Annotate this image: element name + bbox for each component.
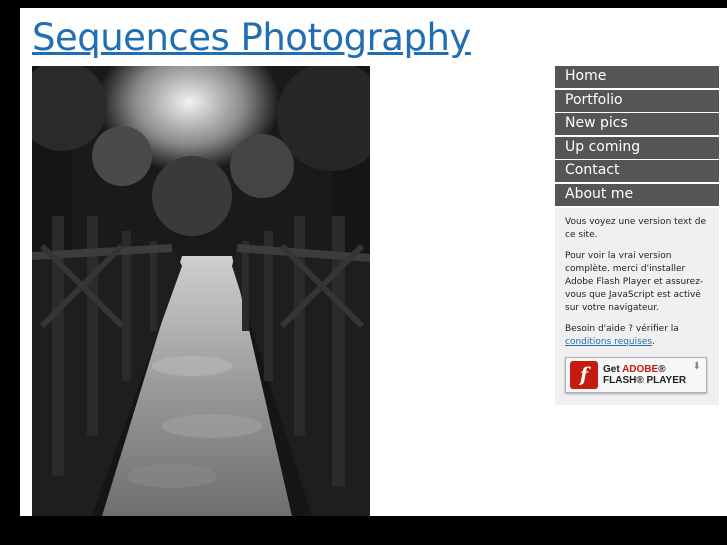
nav-item-home[interactable]: Home bbox=[555, 66, 719, 88]
bridge-photo bbox=[32, 66, 370, 516]
flash-adobe: ADOBE bbox=[622, 364, 659, 375]
flash-logo-icon: f bbox=[570, 361, 598, 389]
nav-item-contact[interactable]: Contact bbox=[555, 160, 719, 182]
requirements-link[interactable]: conditions requises bbox=[565, 337, 652, 347]
flash-badge-text: Get ADOBE® FLASH® PLAYER bbox=[603, 364, 686, 386]
get-flash-player-button[interactable]: f Get ADOBE® FLASH® PLAYER ⬇ bbox=[565, 357, 707, 393]
help-prefix: Besoin d'aide ? vérifier la bbox=[565, 324, 679, 334]
nav-item-portfolio[interactable]: Portfolio bbox=[555, 89, 719, 112]
flash-get: Get bbox=[603, 364, 623, 375]
flash-reg: ® bbox=[658, 364, 666, 375]
download-arrow-icon: ⬇ bbox=[692, 361, 701, 372]
text-version-notice: Vous voyez une version text de ce site. bbox=[565, 217, 707, 240]
flash-badge-line2: FLASH® PLAYER bbox=[603, 375, 687, 386]
nav-item-new-pics[interactable]: New pics bbox=[555, 113, 719, 135]
flash-badge-line1: Get ADOBE® bbox=[603, 364, 686, 375]
site-title-link[interactable]: Sequences Photography bbox=[32, 16, 471, 59]
nav-item-about-me[interactable]: About me bbox=[555, 183, 719, 206]
page-container: Sequences Photography Home Portfolio New… bbox=[20, 8, 727, 516]
flash-notice-panel: Vous voyez une version text de ce site. … bbox=[555, 208, 719, 405]
install-flash-notice: Pour voir la vrai version complète. merc… bbox=[565, 251, 704, 313]
nav-item-up-coming[interactable]: Up coming bbox=[555, 136, 719, 159]
help-notice: Besoin d'aide ? vérifier la conditions r… bbox=[565, 323, 709, 349]
flash-logo-letter: f bbox=[579, 363, 589, 386]
main-nav: Home Portfolio New pics Up coming Contac… bbox=[555, 66, 719, 207]
help-suffix: . bbox=[652, 337, 655, 347]
